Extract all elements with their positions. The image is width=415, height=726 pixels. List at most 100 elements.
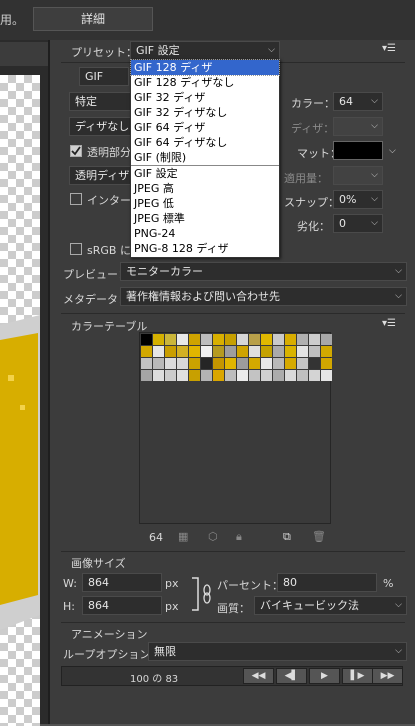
color-swatch[interactable]	[225, 346, 236, 357]
color-swatch[interactable]	[249, 334, 260, 345]
height-input[interactable]: 864	[82, 596, 162, 615]
color-swatch[interactable]	[309, 334, 320, 345]
map-transparent-icon[interactable]: ▦	[178, 530, 188, 543]
color-swatch[interactable]	[189, 346, 200, 357]
color-swatch[interactable]	[297, 370, 308, 381]
color-swatch[interactable]	[141, 334, 152, 345]
color-swatch[interactable]	[297, 358, 308, 369]
preset-dropdown[interactable]: GIF 設定 ⌵	[130, 41, 280, 60]
color-swatch[interactable]	[165, 358, 176, 369]
color-swatch[interactable]	[285, 358, 296, 369]
color-swatch[interactable]	[285, 334, 296, 345]
color-swatch[interactable]	[153, 358, 164, 369]
next-frame-button[interactable]: ▌▶	[342, 668, 373, 684]
color-swatch[interactable]	[165, 370, 176, 381]
color-swatch[interactable]	[177, 358, 188, 369]
color-swatch[interactable]	[141, 346, 152, 357]
colors-dropdown[interactable]: 64 ⌵	[333, 92, 383, 111]
color-swatch[interactable]	[201, 334, 212, 345]
preview-dropdown[interactable]: モニターカラー ⌵	[120, 262, 407, 281]
color-swatch[interactable]	[273, 346, 284, 357]
color-swatch[interactable]	[321, 346, 332, 357]
color-swatch[interactable]	[237, 346, 248, 357]
preset-menu-item[interactable]: GIF 128 ディザなし	[131, 75, 279, 90]
matte-color-swatch[interactable]	[333, 141, 383, 160]
play-button[interactable]: ▶	[309, 668, 340, 684]
preset-menu-item[interactable]: GIF 設定	[131, 166, 279, 181]
color-swatch[interactable]	[225, 334, 236, 345]
percent-input[interactable]: 80	[277, 573, 377, 592]
color-swatch[interactable]	[237, 358, 248, 369]
color-swatch[interactable]	[201, 370, 212, 381]
color-table-menu-icon[interactable]: ▾☰	[382, 318, 396, 329]
preset-menu-item[interactable]: GIF 32 ディザなし	[131, 105, 279, 120]
color-swatch[interactable]	[141, 370, 152, 381]
color-swatch[interactable]	[213, 346, 224, 357]
width-input[interactable]: 864	[82, 573, 162, 592]
color-swatch[interactable]	[261, 346, 272, 357]
color-swatch[interactable]	[285, 346, 296, 357]
color-swatch[interactable]	[189, 358, 200, 369]
lossy-dropdown[interactable]: 0 ⌵	[333, 214, 383, 233]
preset-menu-item[interactable]: GIF 32 ディザ	[131, 90, 279, 105]
preset-menu-item[interactable]: JPEG 高	[131, 181, 279, 196]
color-swatch[interactable]	[297, 334, 308, 345]
preview-tab[interactable]	[0, 42, 48, 66]
color-swatch[interactable]	[153, 346, 164, 357]
color-swatch[interactable]	[213, 334, 224, 345]
color-swatch[interactable]	[309, 370, 320, 381]
transparency-dither-dropdown[interactable]: 透明ディザなし	[69, 166, 131, 185]
format-dropdown[interactable]: GIF	[79, 67, 129, 86]
chevron-down-icon[interactable]: ⌵	[389, 146, 396, 156]
color-swatch[interactable]	[261, 358, 272, 369]
color-swatch[interactable]	[189, 370, 200, 381]
preset-menu-item[interactable]: GIF 64 ディザなし	[131, 135, 279, 150]
last-frame-button[interactable]: ▶▶	[372, 668, 403, 684]
detail-button[interactable]: 詳細	[33, 7, 153, 31]
reduction-dropdown[interactable]: 特定	[69, 92, 131, 111]
color-swatch[interactable]	[261, 334, 272, 345]
color-swatch[interactable]	[153, 370, 164, 381]
color-swatch[interactable]	[273, 370, 284, 381]
color-swatch[interactable]	[249, 370, 260, 381]
color-swatch[interactable]	[237, 370, 248, 381]
quality-dropdown[interactable]: バイキュービック法 ⌵	[254, 596, 407, 615]
preset-menu-item[interactable]: JPEG 低	[131, 196, 279, 211]
dither-amount-field[interactable]: ⌵	[333, 117, 383, 136]
srgb-checkbox[interactable]	[70, 243, 82, 255]
transparency-checkbox[interactable]	[70, 145, 82, 157]
preset-menu-item[interactable]: GIF 64 ディザ	[131, 120, 279, 135]
snap-dropdown[interactable]: 0% ⌵	[333, 190, 383, 209]
dither-algorithm-dropdown[interactable]: ディザなし	[69, 117, 131, 136]
first-frame-button[interactable]: ◀◀	[243, 668, 274, 684]
color-swatch[interactable]	[201, 346, 212, 357]
color-swatch[interactable]	[321, 358, 332, 369]
color-swatch[interactable]	[249, 358, 260, 369]
color-table-grid[interactable]	[139, 332, 332, 524]
interlace-checkbox[interactable]	[70, 193, 82, 205]
color-swatch[interactable]	[201, 358, 212, 369]
color-swatch[interactable]	[177, 334, 188, 345]
preset-menu-item[interactable]: JPEG 標準	[131, 211, 279, 226]
color-swatch[interactable]	[225, 370, 236, 381]
color-swatch[interactable]	[165, 334, 176, 345]
loop-dropdown[interactable]: 無限 ⌵	[148, 642, 407, 661]
color-swatch[interactable]	[285, 370, 296, 381]
color-swatch[interactable]	[213, 358, 224, 369]
color-swatch[interactable]	[273, 358, 284, 369]
color-swatch[interactable]	[273, 334, 284, 345]
web-shift-icon[interactable]: ⬡	[208, 530, 218, 543]
preset-menu-item[interactable]: GIF (制限)	[131, 150, 279, 165]
panel-menu-icon[interactable]: ▾☰	[382, 43, 396, 54]
preset-menu-item[interactable]: PNG-8 128 ディザ	[131, 241, 279, 256]
color-swatch[interactable]	[225, 358, 236, 369]
color-swatch[interactable]	[237, 334, 248, 345]
color-swatch[interactable]	[177, 346, 188, 357]
metadata-dropdown[interactable]: 著作権情報および問い合わせ先 ⌵	[120, 287, 407, 306]
link-proportions-icon[interactable]	[190, 576, 214, 612]
color-swatch[interactable]	[297, 346, 308, 357]
color-swatch[interactable]	[189, 334, 200, 345]
prev-frame-button[interactable]: ◀▌	[276, 668, 307, 684]
lock-icon[interactable]: 🔒︎	[236, 530, 242, 544]
color-swatch[interactable]	[321, 370, 332, 381]
